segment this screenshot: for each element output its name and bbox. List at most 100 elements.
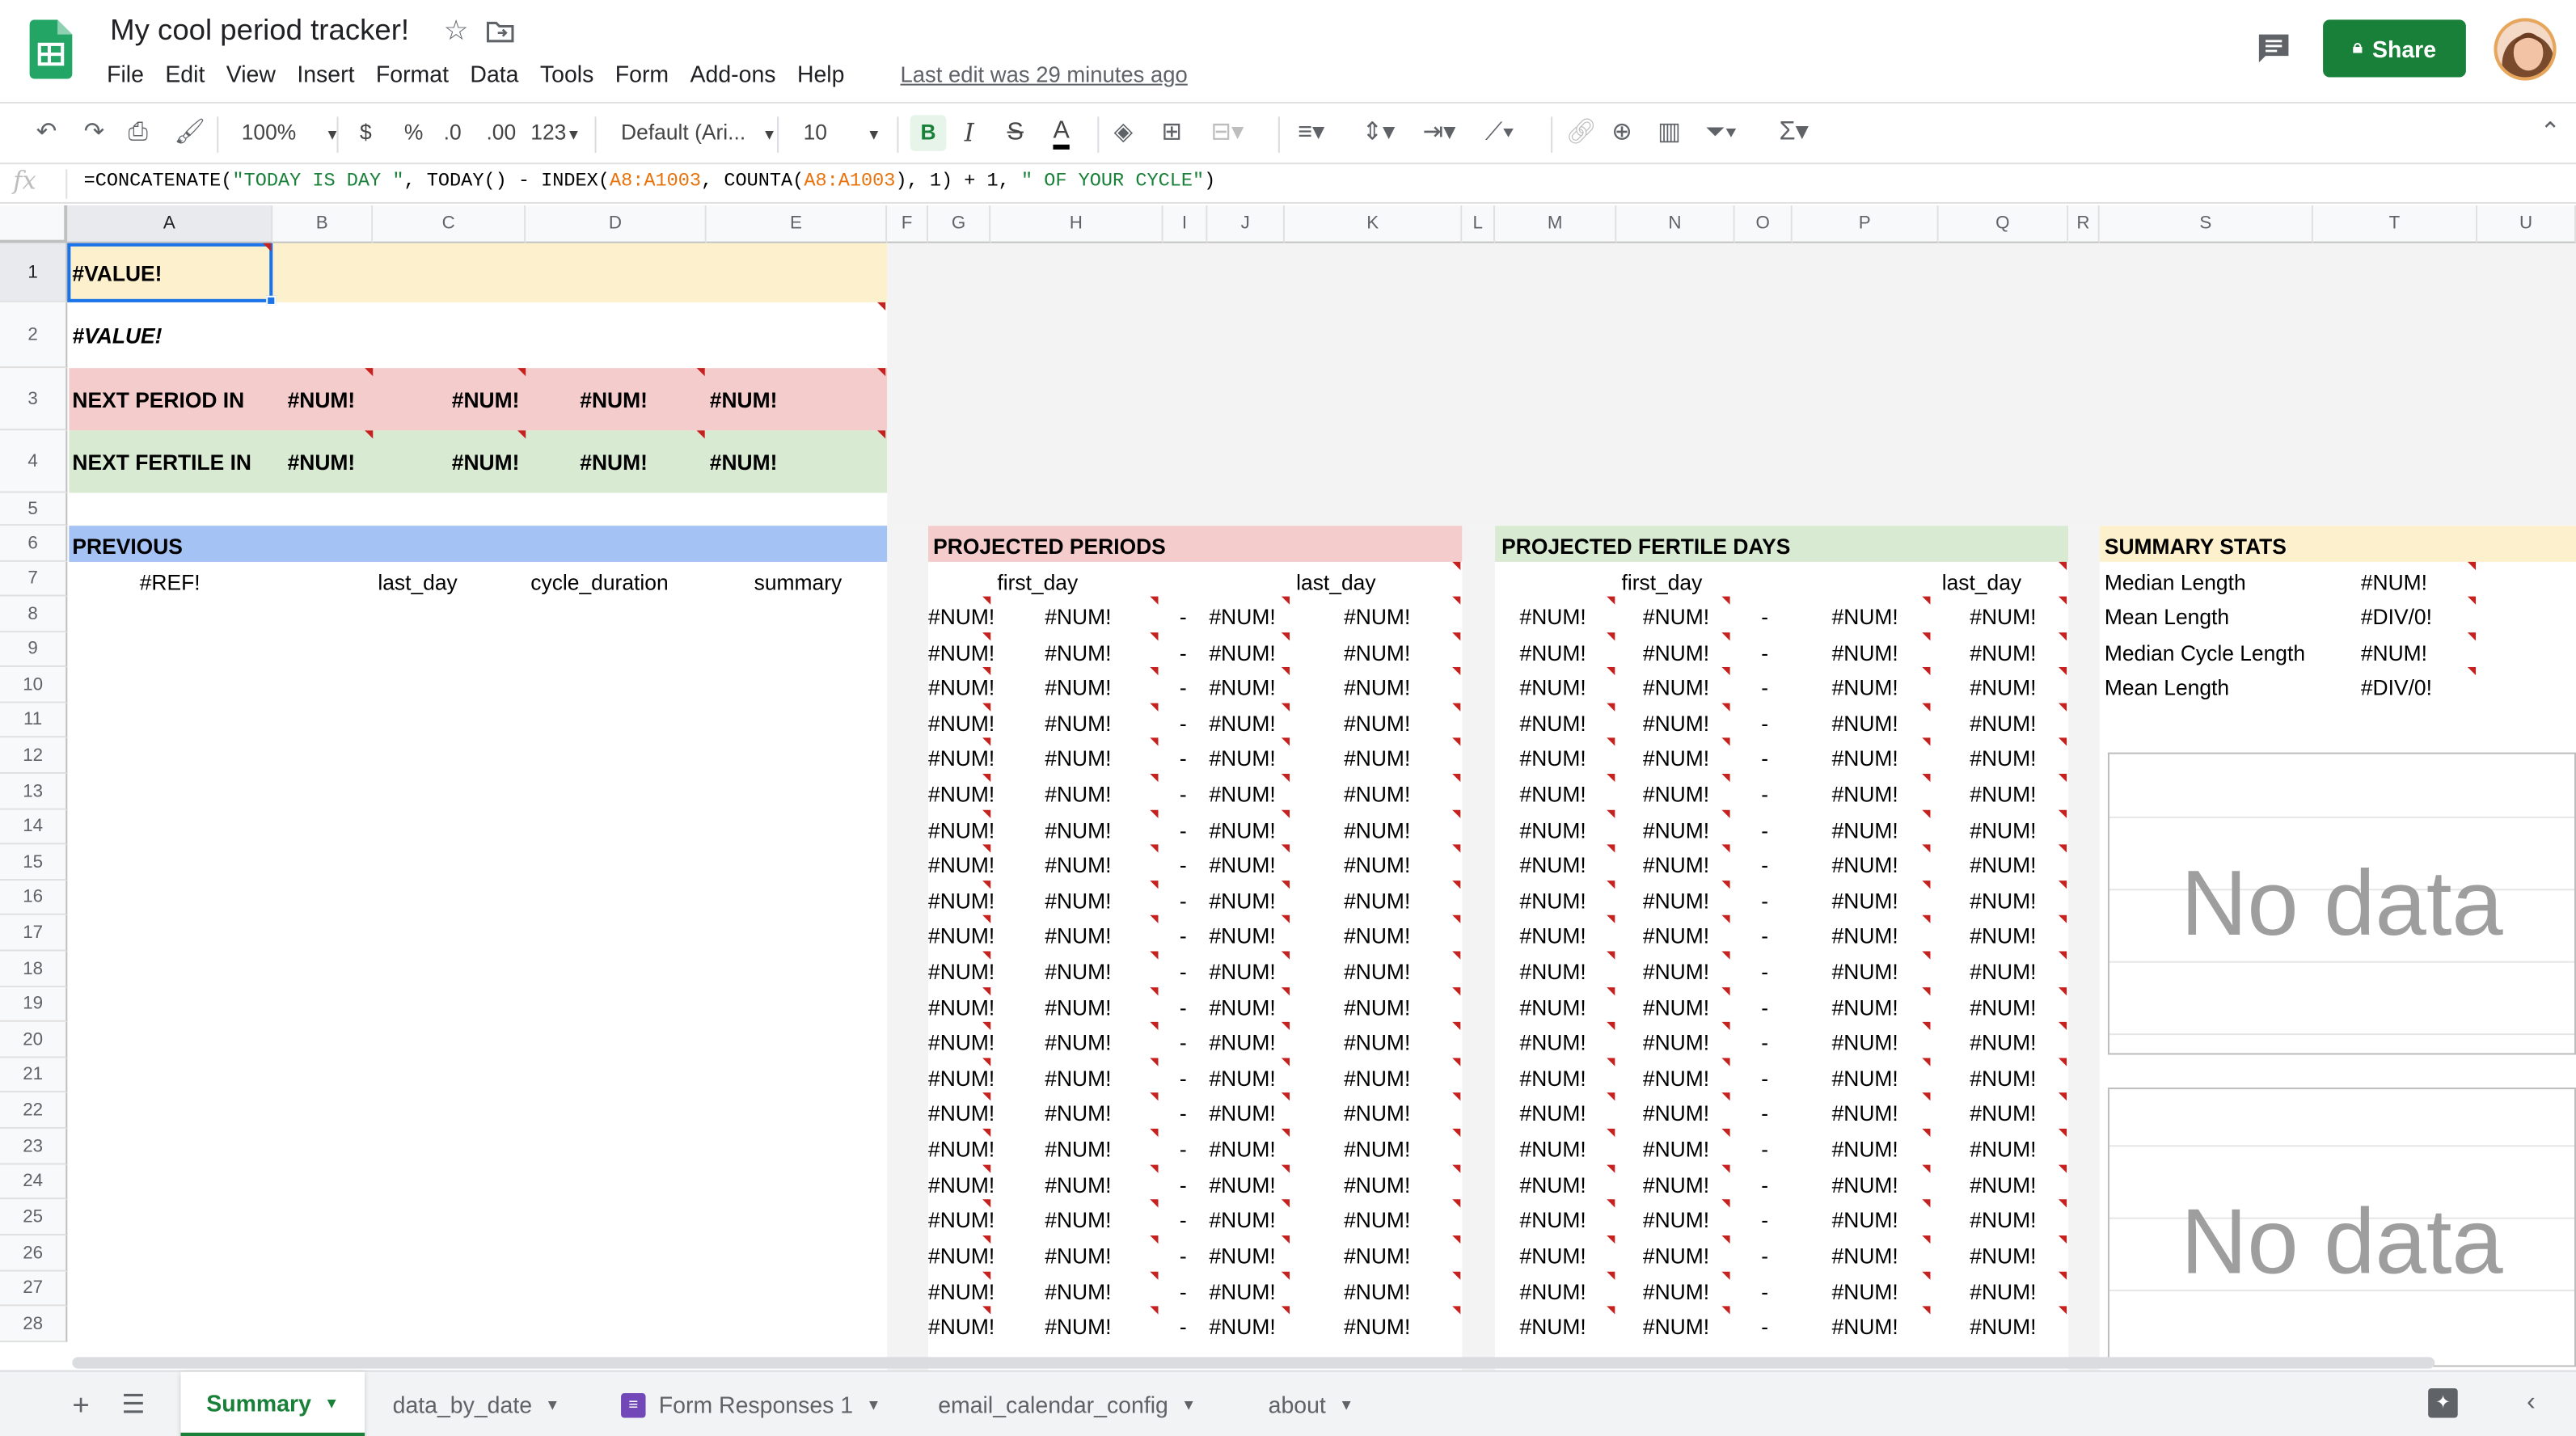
summary-stat-label[interactable]: Mean Length xyxy=(2105,605,2229,631)
projected-period-cell[interactable]: #NUM! xyxy=(1045,888,1111,914)
next-period-value[interactable]: #NUM! xyxy=(710,388,778,415)
projected-period-cell[interactable]: #NUM! xyxy=(1209,605,1275,631)
projected-period-cell[interactable]: #NUM! xyxy=(1344,1066,1410,1092)
projected-period-cell[interactable]: #NUM! xyxy=(1344,711,1410,737)
column-header-s[interactable]: S xyxy=(2099,205,2313,243)
row-header-26[interactable]: 26 xyxy=(0,1235,68,1272)
projected-period-cell[interactable]: #NUM! xyxy=(928,782,995,809)
next-fertile-value[interactable]: #NUM! xyxy=(580,450,648,477)
row-header-1[interactable]: 1 xyxy=(0,243,68,302)
projected-fertile-cell[interactable]: #NUM! xyxy=(1970,711,2036,737)
projected-fertile-cell[interactable]: #NUM! xyxy=(1643,711,1709,737)
projected-period-cell[interactable]: #NUM! xyxy=(1209,1137,1275,1164)
projected-fertile-cell[interactable]: - xyxy=(1761,782,1768,809)
projected-fertile-cell[interactable]: #NUM! xyxy=(1832,711,1898,737)
fertile-col-first-day[interactable]: first_day xyxy=(1621,569,1702,596)
projected-period-cell[interactable]: #NUM! xyxy=(928,1066,995,1092)
projected-fertile-cell[interactable]: - xyxy=(1761,745,1768,772)
projected-period-cell[interactable]: #NUM! xyxy=(1344,1207,1410,1234)
tab-email-calendar-config[interactable]: email_calendar_config ▼ xyxy=(938,1372,1196,1436)
projected-fertile-cell[interactable]: #NUM! xyxy=(1970,1244,2036,1270)
row-header-25[interactable]: 25 xyxy=(0,1199,68,1235)
projected-period-cell[interactable]: #NUM! xyxy=(928,1315,995,1341)
projected-fertile-cell[interactable]: #NUM! xyxy=(1970,888,2036,914)
summary-stat-value[interactable]: #NUM! xyxy=(2361,569,2427,596)
projected-periods-header[interactable]: PROJECTED PERIODS xyxy=(933,534,1166,560)
projected-fertile-cell[interactable]: #NUM! xyxy=(1643,1100,1709,1127)
select-all-corner[interactable] xyxy=(0,205,68,243)
column-header-g[interactable]: G xyxy=(928,205,991,243)
horizontal-scrollbar[interactable] xyxy=(72,1357,2435,1369)
projected-period-cell[interactable]: - xyxy=(1180,745,1187,772)
previous-col-last-day[interactable]: last_day xyxy=(378,569,457,596)
previous-col-summary[interactable]: summary xyxy=(754,569,842,596)
row-header-22[interactable]: 22 xyxy=(0,1092,68,1129)
projected-fertile-cell[interactable]: - xyxy=(1761,995,1768,1021)
projected-period-cell[interactable]: #NUM! xyxy=(1045,1100,1111,1127)
projected-fertile-cell[interactable]: #NUM! xyxy=(1643,888,1709,914)
projected-period-cell[interactable]: #NUM! xyxy=(1045,1244,1111,1270)
projected-fertile-cell[interactable]: #NUM! xyxy=(1643,605,1709,631)
projected-fertile-cell[interactable]: #NUM! xyxy=(1520,675,1586,702)
projected-period-cell[interactable]: - xyxy=(1180,1315,1187,1341)
chart-2[interactable]: No data xyxy=(2107,1088,2576,1367)
projected-fertile-cell[interactable]: #NUM! xyxy=(1832,1207,1898,1234)
projected-period-cell[interactable]: - xyxy=(1180,640,1187,666)
projected-fertile-cell[interactable]: - xyxy=(1761,1137,1768,1164)
projected-period-cell[interactable]: #NUM! xyxy=(928,1244,995,1270)
projected-period-cell[interactable]: #NUM! xyxy=(1344,675,1410,702)
row-header-19[interactable]: 19 xyxy=(0,987,68,1022)
projected-fertile-cell[interactable]: #NUM! xyxy=(1832,1172,1898,1199)
projected-fertile-cell[interactable]: #NUM! xyxy=(1832,888,1898,914)
row-header-17[interactable]: 17 xyxy=(0,914,68,952)
projected-fertile-cell[interactable]: #NUM! xyxy=(1832,1066,1898,1092)
projected-fertile-cell[interactable]: - xyxy=(1761,1207,1768,1234)
row-header-12[interactable]: 12 xyxy=(0,737,68,775)
projected-period-cell[interactable]: #NUM! xyxy=(1209,1279,1275,1306)
row-header-2[interactable]: 2 xyxy=(0,302,68,369)
projected-period-cell[interactable]: #NUM! xyxy=(928,1030,995,1057)
projected-period-cell[interactable]: #NUM! xyxy=(1209,711,1275,737)
projected-fertile-cell[interactable]: #NUM! xyxy=(1970,995,2036,1021)
chart-1[interactable]: No data xyxy=(2107,752,2576,1055)
projected-period-cell[interactable]: #NUM! xyxy=(1045,853,1111,880)
column-header-l[interactable]: L xyxy=(1462,205,1496,243)
explore-icon[interactable]: ✦ xyxy=(2428,1387,2458,1418)
projected-period-cell[interactable]: #NUM! xyxy=(1045,1315,1111,1341)
projected-period-cell[interactable]: #NUM! xyxy=(1344,782,1410,809)
projected-period-cell[interactable]: #NUM! xyxy=(928,1207,995,1234)
row-header-20[interactable]: 20 xyxy=(0,1021,68,1058)
projected-fertile-cell[interactable]: #NUM! xyxy=(1970,1315,2036,1341)
projected-period-cell[interactable]: - xyxy=(1180,1100,1187,1127)
projected-fertile-cell[interactable]: #NUM! xyxy=(1970,853,2036,880)
projected-fertile-cell[interactable]: #NUM! xyxy=(1520,1279,1586,1306)
projected-period-cell[interactable]: #NUM! xyxy=(1344,605,1410,631)
tab-form-responses[interactable]: ≡ Form Responses 1 ▼ xyxy=(621,1372,881,1436)
projected-period-cell[interactable]: - xyxy=(1180,782,1187,809)
row-header-16[interactable]: 16 xyxy=(0,881,68,915)
projected-period-cell[interactable]: #NUM! xyxy=(1209,888,1275,914)
projected-fertile-cell[interactable]: #NUM! xyxy=(1643,640,1709,666)
projected-fertile-cell[interactable]: #NUM! xyxy=(1520,605,1586,631)
column-header-q[interactable]: Q xyxy=(1938,205,2069,243)
projected-period-cell[interactable]: #NUM! xyxy=(928,1279,995,1306)
projected-period-cell[interactable]: #NUM! xyxy=(1045,923,1111,950)
summary-stat-value[interactable]: #DIV/0! xyxy=(2361,605,2432,631)
projected-fertile-cell[interactable]: #NUM! xyxy=(1832,995,1898,1021)
row-header-4[interactable]: 4 xyxy=(0,430,68,493)
projected-fertile-cell[interactable]: - xyxy=(1761,888,1768,914)
column-header-j[interactable]: J xyxy=(1207,205,1285,243)
projected-period-cell[interactable]: #NUM! xyxy=(1045,1279,1111,1306)
projected-period-cell[interactable]: #NUM! xyxy=(1045,1066,1111,1092)
projected-fertile-cell[interactable]: #NUM! xyxy=(1970,923,2036,950)
periods-col-last-day[interactable]: last_day xyxy=(1296,569,1375,596)
projected-fertile-cell[interactable]: #NUM! xyxy=(1832,960,1898,986)
projected-period-cell[interactable]: - xyxy=(1180,675,1187,702)
projected-period-cell[interactable]: #NUM! xyxy=(1209,1172,1275,1199)
projected-fertile-cell[interactable]: #NUM! xyxy=(1643,782,1709,809)
projected-fertile-cell[interactable]: - xyxy=(1761,1066,1768,1092)
projected-fertile-cell[interactable]: #NUM! xyxy=(1520,1030,1586,1057)
projected-period-cell[interactable]: #NUM! xyxy=(1209,782,1275,809)
projected-period-cell[interactable]: - xyxy=(1180,923,1187,950)
projected-fertile-cell[interactable]: #NUM! xyxy=(1520,960,1586,986)
